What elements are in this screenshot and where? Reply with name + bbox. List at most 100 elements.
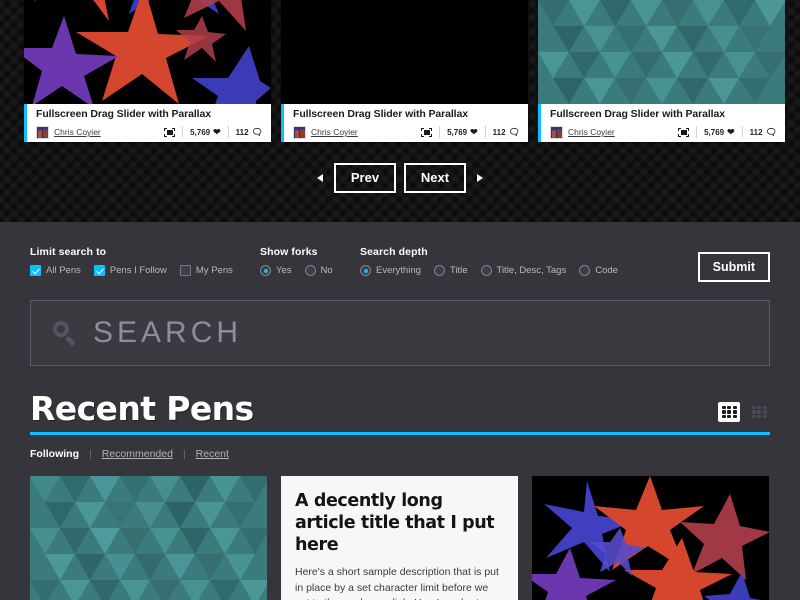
slider-pagination: Prev Next <box>0 163 800 193</box>
chris-coyier-avatar[interactable] <box>36 125 49 139</box>
grid-card-teal-lowpoly[interactable] <box>30 476 267 600</box>
checkbox-icon[interactable] <box>179 265 191 276</box>
comment-icon: 🗨 <box>251 126 263 137</box>
search-depth-options: Everything Title Title, Desc, Tags Code <box>360 265 698 276</box>
fullscreen-icon[interactable] <box>421 127 433 137</box>
pen-author-link[interactable]: Chris Coyier <box>54 127 101 137</box>
tab-divider: | <box>182 448 186 460</box>
limit-search-group: Limit search to All Pens Pens I Follow M… <box>30 246 260 276</box>
search-filter-section: Limit search to All Pens Pens I Follow M… <box>0 222 800 366</box>
pen-stats: 5,769 ❤ 112 🗨 <box>164 126 263 138</box>
pen-title: Fullscreen Drag Slider with Parallax <box>36 108 211 120</box>
radio-icon[interactable] <box>579 265 591 276</box>
checkbox-icon[interactable] <box>93 265 105 276</box>
right-triangle-icon[interactable] <box>474 171 484 185</box>
pen-info: Fullscreen Drag Slider with Parallax Chr… <box>538 104 785 142</box>
left-triangle-icon[interactable] <box>316 171 326 185</box>
radio-depth-code[interactable]: Code <box>579 265 618 276</box>
divider <box>439 126 441 138</box>
comment-icon: 🗨 <box>508 126 520 137</box>
checkbox-pens-i-follow[interactable]: Pens I Follow <box>93 265 167 276</box>
grid-card-article[interactable]: A decently long article title that I put… <box>281 476 518 600</box>
grid-view-toggle[interactable] <box>718 402 740 422</box>
chris-coyier-avatar[interactable] <box>550 125 563 139</box>
article-description: Here's a short sample description that i… <box>295 566 499 600</box>
fullscreen-icon[interactable] <box>678 127 690 137</box>
radio-depth-title[interactable]: Title <box>433 265 468 276</box>
radio-icon[interactable] <box>260 265 271 276</box>
submit-button[interactable]: Submit <box>697 252 770 282</box>
heart-count: 5,769 <box>447 127 468 137</box>
tab-recommended[interactable]: Recommended <box>102 448 173 460</box>
grid-card-starburst[interactable] <box>532 476 769 600</box>
slider-section: Fullscreen Drag Slider with Parallax Chr… <box>0 0 800 222</box>
next-button[interactable]: Next <box>404 163 466 193</box>
pen-thumbnail-starburst[interactable] <box>24 0 271 104</box>
divider <box>182 126 184 138</box>
recent-pens-header: Recent Pens <box>30 392 770 426</box>
radio-icon[interactable] <box>304 265 316 276</box>
comment-stat: 112 🗨 <box>235 126 263 137</box>
limit-search-label: Limit search to <box>30 246 107 258</box>
heart-stat: 5,769 ❤ <box>447 127 478 137</box>
radio-icon[interactable] <box>480 265 492 276</box>
comment-count: 112 <box>749 127 763 137</box>
heart-stat: 5,769 ❤ <box>704 126 735 137</box>
filter-row: Limit search to All Pens Pens I Follow M… <box>30 246 770 292</box>
heart-count: 5,769 <box>704 127 725 137</box>
title-underline <box>30 432 770 435</box>
fullscreen-icon[interactable] <box>164 127 176 137</box>
comment-count: 112 <box>235 127 249 137</box>
pen-card[interactable]: Fullscreen Drag Slider with Parallax Chr… <box>24 0 271 142</box>
checkbox-my-pens[interactable]: My Pens <box>179 265 233 276</box>
recent-pens-section: Recent Pens Following | Recommended | Re… <box>0 366 800 460</box>
prev-button[interactable]: Prev <box>334 163 396 193</box>
tab-divider: | <box>89 448 92 460</box>
pen-slider: Fullscreen Drag Slider with Parallax Chr… <box>0 0 800 142</box>
checkbox-all-pens[interactable]: All Pens <box>30 265 81 276</box>
option-label: Everything <box>376 265 421 276</box>
comment-icon: 🗨 <box>765 126 777 137</box>
tab-following[interactable]: Following <box>30 448 79 460</box>
chris-coyier-avatar[interactable] <box>293 125 306 139</box>
option-label: Yes <box>276 265 292 276</box>
radio-icon[interactable] <box>360 265 371 276</box>
search-icon <box>53 321 77 346</box>
pen-meta: Chris Coyier 5,769 ❤ 112 🗨 <box>293 123 520 141</box>
checkbox-icon[interactable] <box>30 265 41 276</box>
radio-forks-no[interactable]: No <box>304 265 333 276</box>
pen-card[interactable]: Fullscreen Drag Slider with Parallax Chr… <box>538 0 785 142</box>
pen-thumbnail-black-circle[interactable] <box>281 0 528 104</box>
list-view-toggle[interactable] <box>748 402 770 422</box>
radio-depth-everything[interactable]: Everything <box>360 265 421 276</box>
page-title: Recent Pens <box>30 389 254 428</box>
option-label: My Pens <box>195 265 233 276</box>
divider <box>696 126 698 138</box>
pen-thumbnail-teal-lowpoly[interactable] <box>538 0 785 104</box>
recent-pens-tabs: Following | Recommended | Recent <box>30 448 770 460</box>
search-input[interactable] <box>93 316 747 350</box>
pen-title: Fullscreen Drag Slider with Parallax <box>550 108 725 120</box>
pen-card[interactable]: Fullscreen Drag Slider with Parallax Chr… <box>281 0 528 142</box>
search-box[interactable] <box>30 300 770 366</box>
pen-meta: Chris Coyier 5,769 ❤ 112 🗨 <box>36 123 263 141</box>
divider <box>484 126 486 138</box>
tab-recent[interactable]: Recent <box>196 448 229 460</box>
pen-title: Fullscreen Drag Slider with Parallax <box>293 108 468 120</box>
radio-forks-yes[interactable]: Yes <box>260 265 292 276</box>
view-toggle-group <box>718 402 770 426</box>
pen-info: Fullscreen Drag Slider with Parallax Chr… <box>281 104 528 142</box>
comment-stat: 112 🗨 <box>749 126 777 137</box>
show-forks-group: Show forks Yes No <box>260 246 360 276</box>
option-label: Title, Desc, Tags <box>496 265 567 276</box>
pen-author-link[interactable]: Chris Coyier <box>568 127 615 137</box>
radio-icon[interactable] <box>433 265 445 276</box>
radio-depth-title-desc-tags[interactable]: Title, Desc, Tags <box>480 265 567 276</box>
heart-icon: ❤ <box>727 126 735 137</box>
option-label: Pens I Follow <box>109 265 167 276</box>
pen-info: Fullscreen Drag Slider with Parallax Chr… <box>24 104 271 142</box>
option-label: No <box>320 265 333 276</box>
article-title: A decently long article title that I put… <box>295 491 495 555</box>
divider <box>227 126 229 138</box>
pen-author-link[interactable]: Chris Coyier <box>311 127 358 137</box>
